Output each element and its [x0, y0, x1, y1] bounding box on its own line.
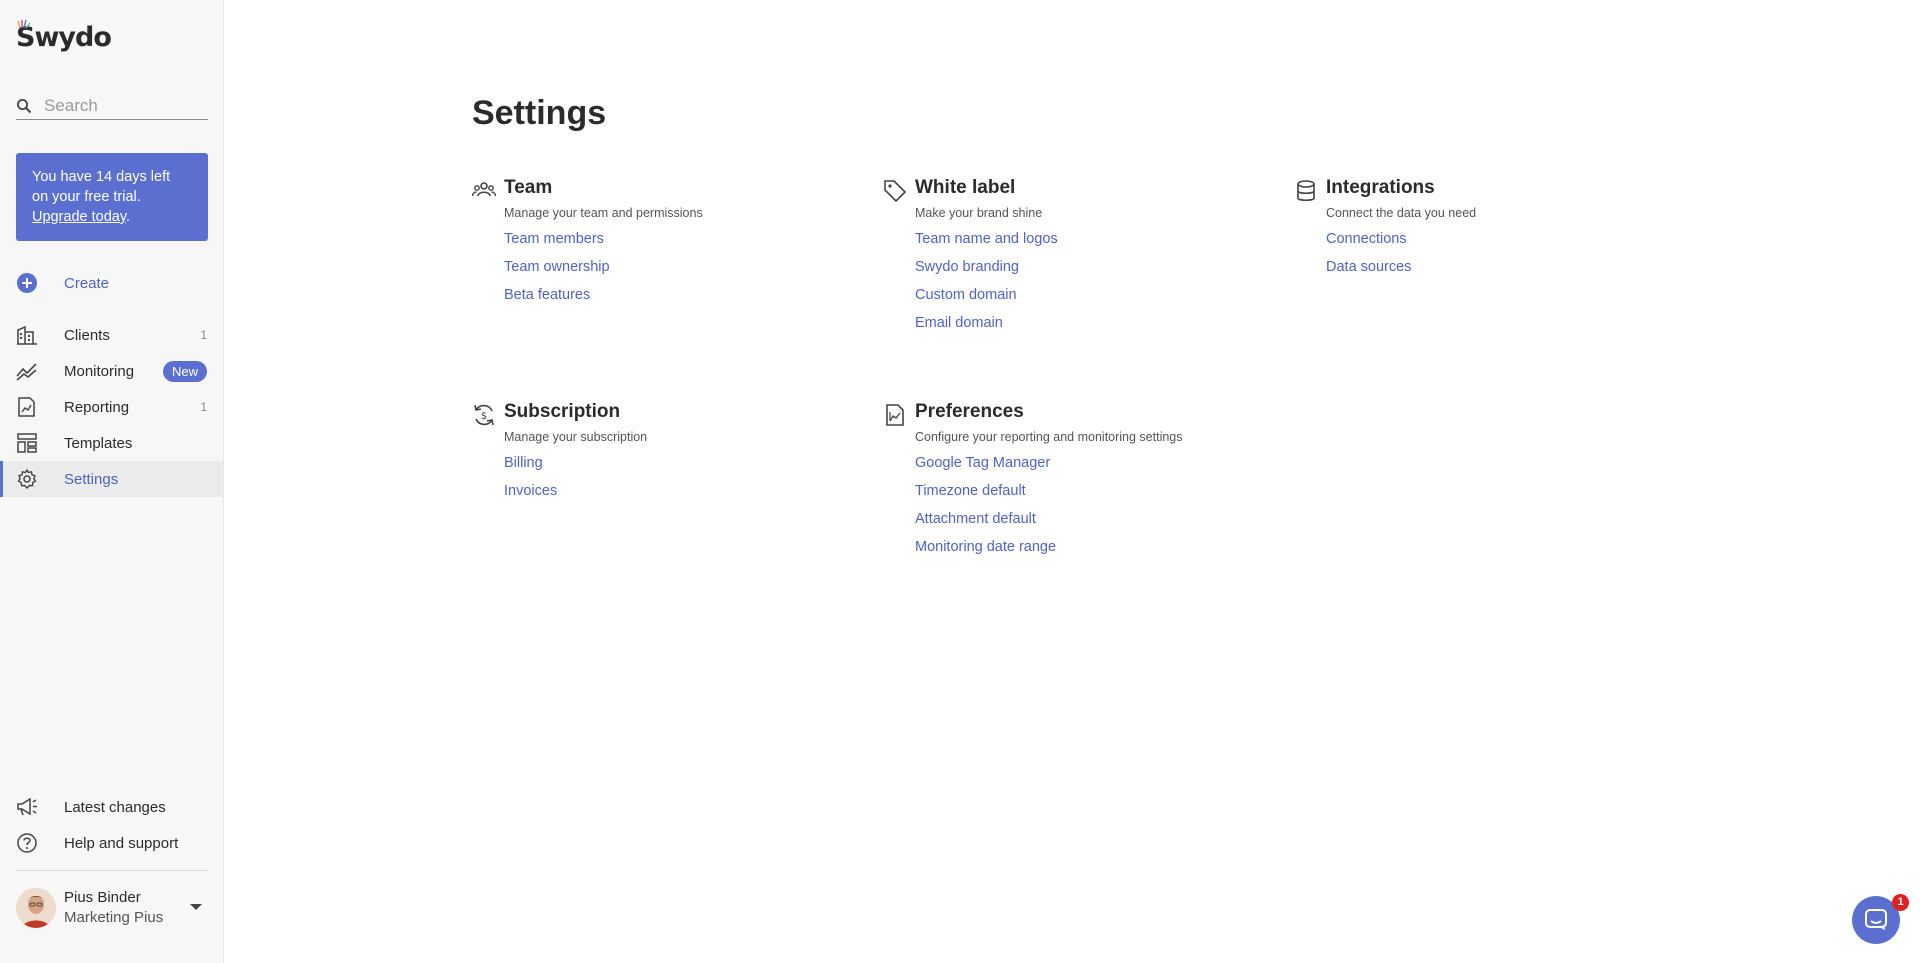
- trial-banner: You have 14 days left on your free trial…: [16, 153, 208, 241]
- user-organization: Marketing Pius: [64, 909, 164, 926]
- section-title: Preferences: [915, 401, 1024, 422]
- page-title: Settings: [472, 94, 607, 132]
- gear-icon: [17, 469, 37, 489]
- trial-suffix: .: [126, 209, 131, 225]
- section-description: Manage your team and permissions: [504, 206, 703, 220]
- logo-spark-icon: [17, 19, 31, 29]
- section-links: Team name and logos Swydo branding Custo…: [915, 231, 1058, 343]
- trial-text-line1: You have 14 days left: [32, 169, 171, 185]
- section-links: Team members Team ownership Beta feature…: [504, 231, 610, 315]
- link-google-tag-manager[interactable]: Google Tag Manager: [915, 455, 1056, 483]
- section-title: Team: [504, 177, 553, 198]
- chat-notification-badge: 1: [1892, 894, 1909, 911]
- link-invoices[interactable]: Invoices: [504, 483, 557, 511]
- section-description: Make your brand shine: [915, 206, 1043, 220]
- svg-text:$: $: [481, 411, 487, 422]
- subscription-icon: $: [474, 404, 494, 426]
- link-monitoring-date-range[interactable]: Monitoring date range: [915, 539, 1056, 567]
- chevron-down-icon: [190, 904, 202, 910]
- sidebar-item-label: Monitoring: [64, 362, 135, 380]
- link-beta-features[interactable]: Beta features: [504, 287, 610, 315]
- upgrade-link[interactable]: Upgrade today: [32, 209, 126, 225]
- create-button[interactable]: Create: [0, 265, 223, 301]
- section-description: Connect the data you need: [1326, 206, 1477, 220]
- link-team-name-logos[interactable]: Team name and logos: [915, 231, 1058, 259]
- link-connections[interactable]: Connections: [1326, 231, 1411, 259]
- sidebar-item-settings[interactable]: Settings: [0, 461, 223, 497]
- report-icon: [18, 397, 35, 417]
- section-links: Connections Data sources: [1326, 231, 1411, 287]
- sidebar-item-clients[interactable]: Clients 1: [0, 317, 223, 353]
- link-attachment-default[interactable]: Attachment default: [915, 511, 1056, 539]
- search-input[interactable]: [44, 95, 194, 116]
- create-label: Create: [64, 274, 110, 292]
- sidebar-item-monitoring[interactable]: Monitoring New: [0, 353, 223, 389]
- sidebar-item-help[interactable]: Help and support: [0, 825, 223, 861]
- help-icon: [17, 833, 37, 853]
- sidebar-item-label: Settings: [64, 470, 119, 488]
- building-icon: [17, 325, 37, 345]
- sidebar-item-label: Clients: [64, 326, 110, 344]
- avatar: [16, 888, 56, 928]
- link-team-members[interactable]: Team members: [504, 231, 610, 259]
- chat-icon: [1865, 909, 1887, 930]
- megaphone-icon: [17, 797, 37, 816]
- link-data-sources[interactable]: Data sources: [1326, 259, 1411, 287]
- clients-count: 1: [200, 328, 207, 342]
- swydo-logo[interactable]: Swydo: [16, 19, 112, 53]
- template-icon: [17, 433, 37, 453]
- section-links: Google Tag Manager Timezone default Atta…: [915, 455, 1056, 567]
- sidebar-item-label: Reporting: [64, 398, 130, 416]
- sidebar-item-label: Latest changes: [64, 798, 166, 816]
- sidebar-divider: [16, 870, 208, 871]
- user-menu[interactable]: Pius Binder Marketing Pius: [16, 888, 208, 930]
- user-name: Pius Binder: [64, 889, 141, 906]
- new-badge: New: [162, 360, 207, 382]
- link-custom-domain[interactable]: Custom domain: [915, 287, 1058, 315]
- tag-icon: [884, 180, 906, 202]
- link-swydo-branding[interactable]: Swydo branding: [915, 259, 1058, 287]
- reporting-count: 1: [200, 400, 207, 414]
- section-description: Configure your reporting and monitoring …: [915, 430, 1183, 444]
- team-icon: [472, 182, 496, 197]
- section-title: Integrations: [1326, 177, 1435, 198]
- database-icon: [1297, 180, 1315, 202]
- section-title: Subscription: [504, 401, 621, 422]
- report-icon: [886, 404, 904, 426]
- link-billing[interactable]: Billing: [504, 455, 557, 483]
- sidebar: Swydo You have 14 days left on your free…: [0, 0, 224, 963]
- link-team-ownership[interactable]: Team ownership: [504, 259, 610, 287]
- sidebar-item-reporting[interactable]: Reporting 1: [0, 389, 223, 425]
- sidebar-item-latest-changes[interactable]: Latest changes: [0, 789, 223, 825]
- trend-icon: [16, 363, 37, 381]
- link-email-domain[interactable]: Email domain: [915, 315, 1058, 343]
- search-box: [16, 92, 208, 120]
- sidebar-item-label: Help and support: [64, 834, 179, 852]
- link-timezone-default[interactable]: Timezone default: [915, 483, 1056, 511]
- trial-text-line2: on your free trial.: [32, 189, 141, 205]
- section-title: White label: [915, 177, 1016, 198]
- section-description: Manage your subscription: [504, 430, 648, 444]
- sidebar-item-label: Templates: [64, 434, 133, 452]
- plus-circle-icon: [17, 273, 37, 293]
- search-icon: [17, 98, 32, 113]
- section-links: Billing Invoices: [504, 455, 557, 511]
- sidebar-item-templates[interactable]: Templates: [0, 425, 223, 461]
